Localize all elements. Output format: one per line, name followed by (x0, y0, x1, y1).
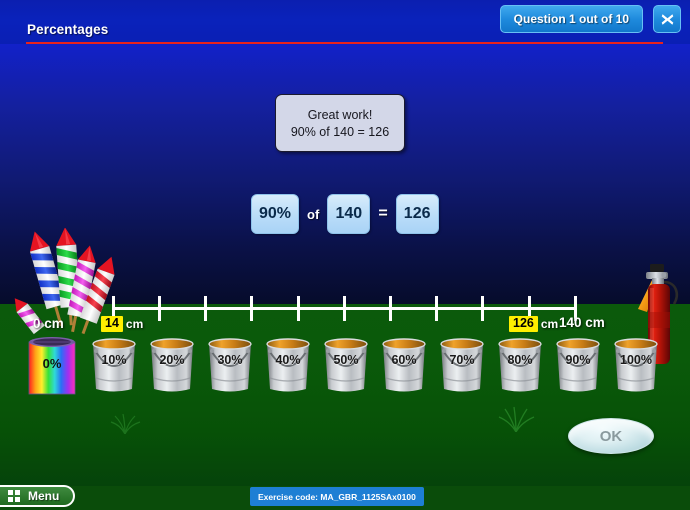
label-start-text: 0 cm (33, 316, 64, 331)
exercise-code-badge: Exercise code: MA_GBR_1125SAx0100 (250, 487, 424, 506)
grass-tuft-icon (498, 406, 535, 432)
bucket-80[interactable]: 80% (492, 334, 548, 396)
bucket-20[interactable]: 20% (144, 334, 200, 396)
label-step-unit: cm (125, 317, 144, 331)
menu-button[interactable]: Menu (0, 485, 76, 507)
total-value-box[interactable]: 140 (327, 194, 371, 234)
answer-value-box[interactable]: 126 (395, 194, 439, 234)
bucket-row: 0% 10% 20% 30% 40% 50% 60% 70% 80% 90% 1… (24, 334, 664, 400)
number-line-tick (343, 296, 346, 321)
bucket-90[interactable]: 90% (550, 334, 606, 396)
bucket-50[interactable]: 50% (318, 334, 374, 396)
exercise-stage: 0 cm 14 cm 126 cm 140 cm 0% 10% 20% 30% … (0, 0, 690, 510)
number-line-tick (250, 296, 253, 321)
of-operator: of (307, 206, 320, 222)
ok-button[interactable]: OK (568, 418, 654, 454)
bucket-10[interactable]: 10% (86, 334, 142, 396)
number-line-label-end: 140 cm (559, 315, 605, 330)
number-line-tick (481, 296, 484, 321)
equals-operator: = (378, 205, 388, 222)
close-button[interactable] (653, 5, 681, 33)
header-divider (26, 42, 663, 44)
number-line-tick (158, 296, 161, 321)
feedback-line-1: Great work! (307, 107, 373, 122)
bucket-100[interactable]: 100% (608, 334, 664, 396)
feedback-line-2: 90% of 140 = 126 (290, 124, 390, 139)
number-line-tick (204, 296, 207, 321)
menu-label: Menu (28, 489, 60, 503)
number-line-tick (435, 296, 438, 321)
percent-value-box[interactable]: 90% (251, 194, 300, 234)
question-counter-badge: Question 1 out of 10 (499, 5, 643, 33)
label-end-text: 140 cm (559, 315, 605, 330)
header-bar: Percentages Question 1 out of 10 (0, 0, 690, 44)
number-line-tick (389, 296, 392, 321)
label-answer-value: 126 (509, 316, 538, 332)
grass-tuft-icon (110, 413, 141, 434)
bucket-30[interactable]: 30% (202, 334, 258, 396)
page-title: Percentages (27, 22, 109, 37)
number-line-label-answer: 126 cm (509, 316, 558, 332)
paint-can-0[interactable]: 0% (24, 334, 80, 396)
bucket-70[interactable]: 70% (434, 334, 490, 396)
feedback-message: Great work! 90% of 140 = 126 (275, 94, 405, 152)
number-line-tick (297, 296, 300, 321)
number-line-label-start: 0 cm (33, 316, 64, 331)
grid-icon (8, 489, 20, 502)
bucket-40[interactable]: 40% (260, 334, 316, 396)
label-step-value: 14 (101, 316, 123, 332)
number-line-label-step: 14 cm (101, 316, 143, 332)
equation-row: 90% of 140 = 126 (251, 194, 439, 234)
bucket-60[interactable]: 60% (376, 334, 432, 396)
close-icon (661, 13, 673, 25)
label-answer-unit: cm (540, 317, 559, 331)
